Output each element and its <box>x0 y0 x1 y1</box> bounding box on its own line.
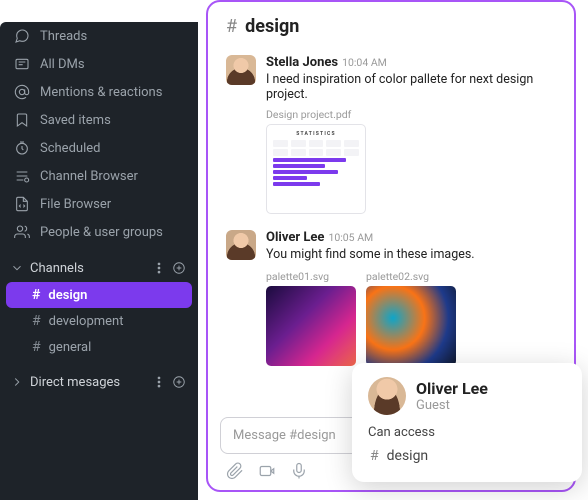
message-text: You might find some in these images. <box>266 247 556 262</box>
section-label: Channels <box>30 261 146 276</box>
message-author[interactable]: Oliver Lee <box>266 230 324 245</box>
nav-mentions[interactable]: Mentions & reactions <box>0 78 198 106</box>
channel-development[interactable]: # development <box>6 308 192 334</box>
doc-title: STATISTICS <box>273 131 359 137</box>
popover-channel-name: design <box>387 448 429 464</box>
more-icon[interactable] <box>152 375 166 389</box>
dms-icon <box>14 56 30 72</box>
hash-icon: # <box>370 448 379 464</box>
message: Stella Jones 10:04 AM I need inspiration… <box>208 47 574 222</box>
chevron-down-icon <box>10 261 24 275</box>
message-author[interactable]: Stella Jones <box>266 55 338 70</box>
message-time: 10:04 AM <box>342 56 387 69</box>
sidebar: Threads All DMs Mentions & reactions Sav… <box>0 22 198 500</box>
clock-icon <box>14 140 30 156</box>
nav-label: All DMs <box>40 57 184 72</box>
nav-label: File Browser <box>40 197 184 212</box>
message-time: 10:05 AM <box>328 231 373 244</box>
popover-access-label: Can access <box>368 425 566 440</box>
at-icon <box>14 84 30 100</box>
attachment-label: palette01.svg <box>266 270 356 283</box>
avatar[interactable] <box>226 55 256 85</box>
file-browser-icon <box>14 196 30 212</box>
dms-section-header[interactable]: Direct mesages <box>0 366 198 396</box>
nav-scheduled[interactable]: Scheduled <box>0 134 198 162</box>
channel-label: development <box>49 314 124 329</box>
popover-user-name: Oliver Lee <box>416 379 488 398</box>
attachment-doc-thumb[interactable]: STATISTICS <box>266 124 366 214</box>
nav-label: Threads <box>40 29 184 44</box>
popover-channel[interactable]: # design <box>368 444 566 468</box>
bookmark-icon <box>14 112 30 128</box>
chat-header[interactable]: # design <box>208 2 574 47</box>
more-icon[interactable] <box>152 261 166 275</box>
nav-people[interactable]: People & user groups <box>0 218 198 246</box>
nav-threads[interactable]: Threads <box>0 22 198 50</box>
nav-all-dms[interactable]: All DMs <box>0 50 198 78</box>
microphone-icon[interactable] <box>290 462 308 480</box>
section-label: Direct mesages <box>30 375 146 390</box>
attachment-label: Design project.pdf <box>266 108 556 121</box>
nav-label: Scheduled <box>40 141 184 156</box>
message: Oliver Lee 10:05 AM You might find some … <box>208 222 574 374</box>
threads-icon <box>14 28 30 44</box>
attachment-image-thumb[interactable] <box>366 286 456 366</box>
chevron-right-icon <box>10 375 24 389</box>
nav-channel-browser[interactable]: Channel Browser <box>0 162 198 190</box>
people-icon <box>14 224 30 240</box>
hash-icon: # <box>32 339 41 355</box>
nav-label: People & user groups <box>40 225 184 240</box>
user-popover: Oliver Lee Guest Can access # design <box>352 363 582 482</box>
hash-icon: # <box>32 287 40 303</box>
add-icon[interactable] <box>172 260 186 276</box>
attachment-icon[interactable] <box>226 462 244 480</box>
message-text: I need inspiration of color pallete for … <box>266 72 556 102</box>
chat-title: design <box>245 16 299 37</box>
avatar[interactable] <box>226 230 256 260</box>
channel-label: design <box>48 288 87 303</box>
channel-label: general <box>49 340 92 355</box>
nav-label: Mentions & reactions <box>40 85 184 100</box>
channel-general[interactable]: # general <box>6 334 192 360</box>
attachment-image-thumb[interactable] <box>266 286 356 366</box>
avatar[interactable] <box>368 377 406 415</box>
attachment-label: palette02.svg <box>366 270 456 283</box>
nav-label: Saved items <box>40 113 184 128</box>
popover-user-role: Guest <box>416 398 488 413</box>
channels-section-header[interactable]: Channels <box>0 252 198 282</box>
nav-file-browser[interactable]: File Browser <box>0 190 198 218</box>
hash-icon: # <box>32 313 41 329</box>
channel-design[interactable]: # design <box>6 282 192 308</box>
nav-label: Channel Browser <box>40 169 184 184</box>
nav-saved[interactable]: Saved items <box>0 106 198 134</box>
video-icon[interactable] <box>258 462 276 480</box>
channel-browser-icon <box>14 168 30 184</box>
hash-icon: # <box>226 16 237 37</box>
add-icon[interactable] <box>172 374 186 390</box>
